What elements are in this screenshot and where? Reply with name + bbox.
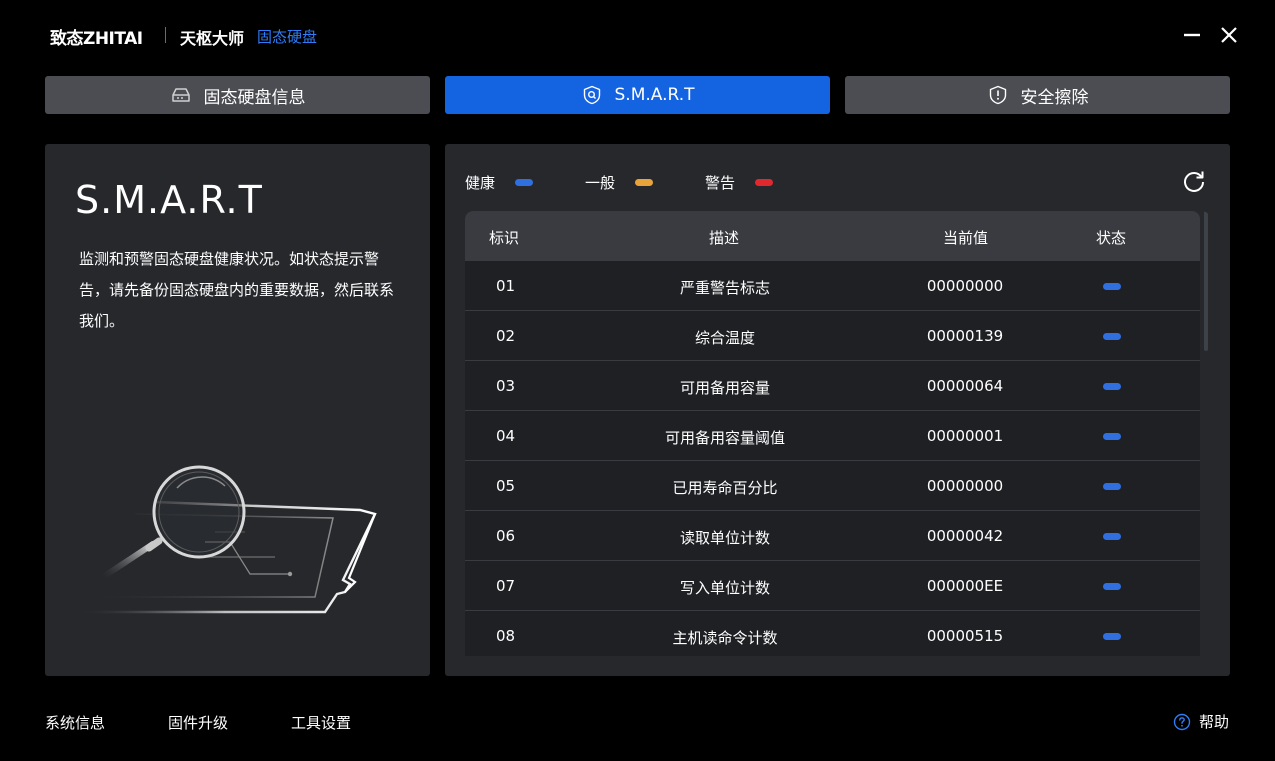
header-status: 状态 xyxy=(1096,229,1127,247)
brand-divider xyxy=(165,27,166,43)
row-value: 00000515 xyxy=(926,627,1004,645)
brand-logo: 致态ZHITAI xyxy=(50,29,143,49)
row-status-indicator xyxy=(1103,583,1121,590)
table-row: 06 读取单位计数 00000042 xyxy=(465,511,1200,561)
tab-secure-erase-label: 安全擦除 xyxy=(1020,87,1089,108)
legend-healthy: 健康 xyxy=(465,172,534,193)
table-row: 08 主机读命令计数 00000515 xyxy=(465,611,1200,656)
legend-normal-swatch xyxy=(635,179,654,186)
row-value: 00000000 xyxy=(926,477,1004,495)
close-button[interactable] xyxy=(1216,22,1242,48)
row-id: 06 xyxy=(496,527,516,545)
shield-alert-icon xyxy=(989,85,1006,105)
smart-table-panel: 健康 一般 警告 标识 描述 当前值 状态 01 严重警告标志 00000000 xyxy=(445,144,1230,676)
row-status-indicator xyxy=(1103,283,1121,290)
row-value: 00000042 xyxy=(926,527,1004,545)
smart-intro-panel: S.M.A.R.T 监测和预警固态硬盘健康状况。如状态提示警告，请先备份固态硬盘… xyxy=(45,144,430,676)
row-description: 已用寿命百分比 xyxy=(672,479,778,497)
row-value: 00000001 xyxy=(926,427,1004,445)
help-icon xyxy=(1173,713,1191,730)
row-description: 写入单位计数 xyxy=(679,579,770,597)
row-status-indicator xyxy=(1103,383,1121,390)
row-value: 00000000 xyxy=(926,277,1004,295)
drive-icon xyxy=(171,88,190,102)
panel-description: 监测和预警固态硬盘健康状况。如状态提示警告，请先备份固态硬盘内的重要数据，然后联… xyxy=(79,250,395,330)
table-row: 02 综合温度 00000139 xyxy=(465,311,1200,361)
title-bar: 致态ZHITAI 天枢大师 固态硬盘 xyxy=(0,0,1275,70)
header-id: 标识 xyxy=(489,229,520,247)
product-name: 固态硬盘 xyxy=(257,28,318,46)
smart-table: 标识 描述 当前值 状态 01 严重警告标志 00000000 02 综合温度 … xyxy=(465,211,1210,656)
row-status-indicator xyxy=(1103,333,1121,340)
tab-secure-erase[interactable]: 安全擦除 xyxy=(845,76,1230,114)
legend-normal: 一般 xyxy=(585,172,654,193)
legend-normal-label: 一般 xyxy=(585,174,616,192)
header-description: 描述 xyxy=(709,229,740,247)
row-status-indicator xyxy=(1103,633,1121,640)
row-description: 可用备用容量阈值 xyxy=(664,429,785,447)
row-description: 综合温度 xyxy=(694,329,755,347)
row-id: 04 xyxy=(496,427,516,445)
table-scrollbar[interactable] xyxy=(1204,211,1208,351)
app-name: 天枢大师 xyxy=(180,29,245,48)
header-current-value: 当前值 xyxy=(943,229,989,247)
close-icon xyxy=(1221,27,1237,43)
refresh-button[interactable] xyxy=(1181,168,1207,194)
row-status-indicator xyxy=(1103,483,1121,490)
help-button[interactable]: 帮助 xyxy=(1173,711,1229,732)
row-value: 00000064 xyxy=(926,377,1004,395)
tab-ssd-info[interactable]: 固态硬盘信息 xyxy=(45,76,430,114)
minimize-button[interactable] xyxy=(1179,22,1205,48)
tab-smart[interactable]: S.M.A.R.T xyxy=(445,76,830,114)
magnifier-illustration xyxy=(75,465,377,614)
legend-healthy-swatch xyxy=(515,179,534,186)
tab-ssd-info-label: 固态硬盘信息 xyxy=(203,87,306,108)
legend-warning: 警告 xyxy=(705,172,774,193)
tool-settings-link[interactable]: 工具设置 xyxy=(291,712,351,733)
system-info-link[interactable]: 系统信息 xyxy=(45,712,105,733)
table-row: 05 已用寿命百分比 00000000 xyxy=(465,461,1200,511)
row-id: 05 xyxy=(496,477,516,495)
tab-smart-label: S.M.A.R.T xyxy=(614,85,695,105)
table-row: 04 可用备用容量阈值 00000001 xyxy=(465,411,1200,461)
legend-warning-swatch xyxy=(755,179,774,186)
table-row: 03 可用备用容量 00000064 xyxy=(465,361,1200,411)
table-header: 标识 描述 当前值 状态 xyxy=(465,211,1200,261)
row-id: 08 xyxy=(496,627,516,645)
table-row: 01 严重警告标志 00000000 xyxy=(465,261,1200,311)
legend-healthy-label: 健康 xyxy=(465,174,496,192)
row-description: 严重警告标志 xyxy=(679,279,770,297)
table-body: 01 严重警告标志 00000000 02 综合温度 00000139 03 可… xyxy=(465,261,1200,656)
row-value: 00000139 xyxy=(926,327,1004,345)
row-id: 02 xyxy=(496,327,516,345)
panel-title: S.M.A.R.T xyxy=(75,178,263,222)
row-status-indicator xyxy=(1103,533,1121,540)
row-id: 01 xyxy=(496,277,516,295)
legend-warning-label: 警告 xyxy=(705,174,736,192)
row-id: 07 xyxy=(496,577,516,595)
shield-search-icon xyxy=(583,85,600,105)
minimize-icon xyxy=(1184,33,1200,37)
row-description: 可用备用容量 xyxy=(679,379,770,397)
row-description: 读取单位计数 xyxy=(679,529,770,547)
row-status-indicator xyxy=(1103,433,1121,440)
row-value: 000000EE xyxy=(926,577,1004,595)
table-row: 07 写入单位计数 000000EE xyxy=(465,561,1200,611)
row-id: 03 xyxy=(496,377,516,395)
help-label: 帮助 xyxy=(1199,713,1230,731)
refresh-icon xyxy=(1184,171,1204,192)
firmware-upgrade-link[interactable]: 固件升级 xyxy=(168,712,228,733)
row-description: 主机读命令计数 xyxy=(672,629,778,647)
